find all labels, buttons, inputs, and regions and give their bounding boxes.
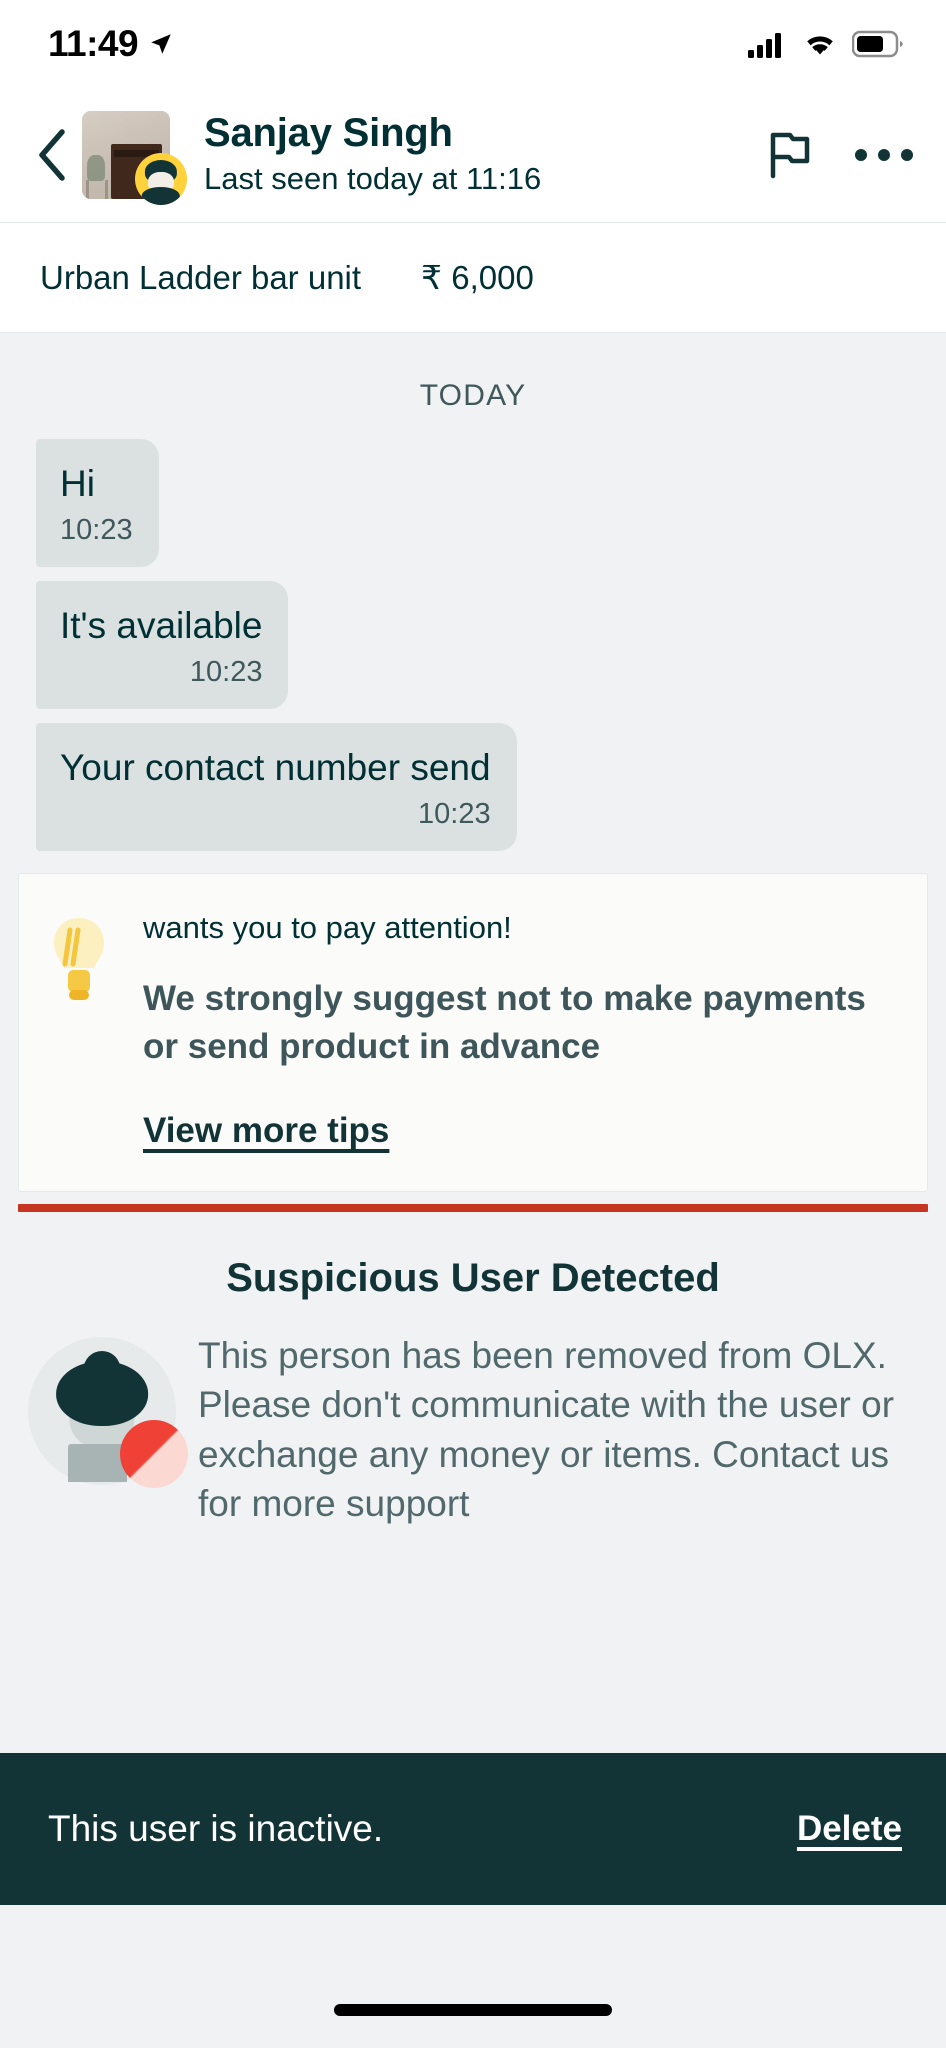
back-button[interactable] (22, 126, 80, 184)
day-separator: TODAY (419, 379, 527, 412)
message-bubble[interactable]: Hi 10:23 (36, 439, 159, 568)
suspicious-user-section: Suspicious User Detected This person has… (0, 1212, 946, 1528)
status-bar-clock: 11:49 (48, 23, 139, 64)
contact-last-seen: Last seen today at 11:16 (204, 161, 542, 197)
delete-button[interactable]: Delete (797, 1809, 902, 1849)
suspicious-user-illustration (28, 1337, 188, 1489)
illustration-body (67, 1443, 128, 1483)
message-row: Hi 10:23 (0, 439, 946, 568)
suspicious-user-row: This person has been removed from OLX. P… (28, 1331, 918, 1528)
message-time: 10:23 (418, 798, 491, 831)
message-text: It's available (60, 605, 263, 647)
illustration-eye-left (73, 1406, 89, 1412)
report-button[interactable] (762, 127, 818, 183)
message-bubble[interactable]: It's available 10:23 (36, 581, 289, 710)
message-bubble[interactable]: Your contact number send 10:23 (36, 723, 517, 852)
chevron-left-icon (39, 129, 65, 181)
listing-price: ₹ 6,000 (421, 259, 534, 296)
home-indicator-area (0, 1905, 946, 2048)
view-more-tips-link[interactable]: View more tips (143, 1111, 389, 1151)
alert-divider (18, 1204, 928, 1213)
illustration-eye-right (99, 1406, 114, 1412)
safety-tip-headline: We strongly suggest not to make payments… (143, 978, 866, 1066)
message-text: Hi (60, 463, 95, 504)
listing-thumbnail-button[interactable] (82, 111, 187, 205)
lightbulb-icon (54, 918, 104, 1001)
message-text: Your contact number send (60, 747, 491, 789)
cellular-signal-icon (748, 33, 781, 58)
listing-title: Urban Ladder bar unit (40, 258, 362, 296)
lightbulb-icon-wrap (47, 908, 125, 1151)
safety-tip-card: wants you to pay attention! We strongly … (18, 873, 928, 1193)
illustration-warning-badge (119, 1420, 188, 1489)
home-indicator[interactable] (334, 2004, 612, 2016)
thumbnail-plant (87, 155, 105, 182)
status-bar-left: 11:49 (48, 23, 174, 65)
thumbnail-stand (85, 179, 109, 199)
chat-header-actions (744, 127, 913, 183)
flag-icon (770, 132, 810, 179)
illustration-hair (56, 1360, 148, 1427)
inactive-user-message: This user is inactive. (48, 1808, 384, 1849)
location-arrow-icon (151, 34, 171, 54)
battery-icon (852, 30, 903, 58)
chat-header-texts[interactable]: Sanjay Singh Last seen today at 11:16 (204, 111, 744, 199)
inactive-user-bar: This user is inactive. Delete (0, 1753, 946, 1905)
more-options-button[interactable] (855, 127, 913, 183)
chat-screen: 11:49 Sanjay Singh Last seen today at 11… (0, 0, 946, 2048)
status-bar-right (748, 30, 904, 58)
listing-summary-bar[interactable]: Urban Ladder bar unit ₹ 6,000 (0, 223, 946, 333)
message-time: 10:23 (189, 656, 263, 689)
avatar-body (141, 187, 181, 205)
safety-tip-lead: wants you to pay attention! (143, 910, 512, 946)
contact-name: Sanjay Singh (204, 111, 453, 156)
suspicious-user-title: Suspicious User Detected (226, 1256, 720, 1301)
wifi-icon (807, 36, 833, 55)
message-row: Your contact number send 10:23 (0, 723, 946, 852)
more-options-icon (855, 149, 913, 161)
safety-tip-body: wants you to pay attention! We strongly … (125, 908, 897, 1151)
suspicious-user-description: This person has been removed from OLX. P… (198, 1335, 895, 1524)
message-row: It's available 10:23 (0, 581, 946, 710)
user-avatar (135, 153, 187, 205)
message-list: TODAY Hi 10:23 It's available 10:23 Your… (0, 333, 946, 1529)
chat-header: Sanjay Singh Last seen today at 11:16 (0, 88, 946, 223)
status-bar: 11:49 (0, 0, 946, 88)
message-time: 10:23 (60, 514, 133, 547)
